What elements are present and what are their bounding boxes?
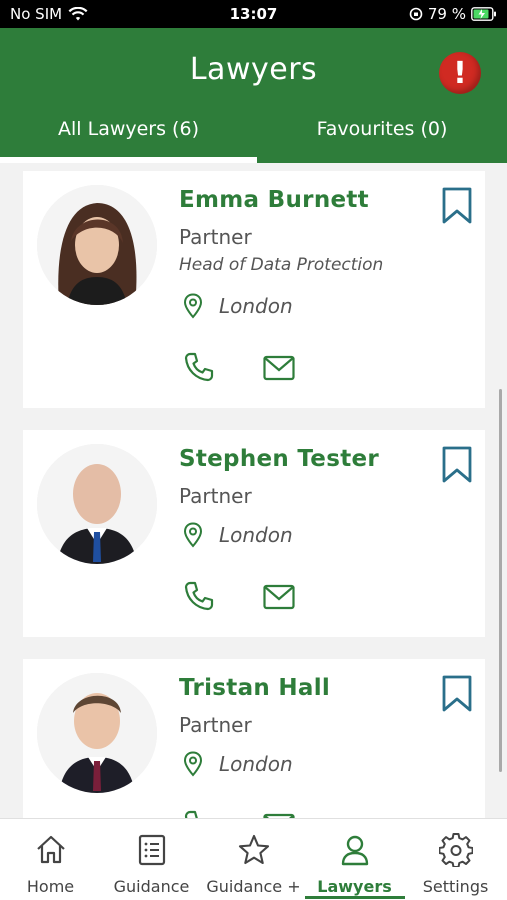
page-title: Lawyers — [189, 52, 318, 87]
phone-icon[interactable] — [183, 351, 215, 383]
lawyer-name: Stephen Tester — [179, 446, 380, 472]
app-header: Lawyers ! All Lawyers (6) Favourites (0) — [0, 28, 507, 163]
avatar — [37, 185, 157, 305]
bookmark-icon[interactable] — [441, 675, 473, 713]
person-icon — [341, 835, 369, 866]
lawyer-list[interactable]: Emma Burnett Partner Head of Data Protec… — [0, 163, 507, 818]
nav-settings[interactable]: Settings — [405, 819, 506, 900]
nav-label: Lawyers — [317, 877, 392, 896]
email-icon[interactable] — [263, 584, 295, 610]
phone-icon[interactable] — [183, 809, 215, 818]
nav-label: Guidance — [113, 877, 190, 896]
bookmark-icon[interactable] — [441, 446, 473, 484]
battery-charging-icon — [471, 7, 496, 21]
home-icon — [37, 835, 65, 864]
lawyer-role: Partner — [179, 225, 252, 249]
email-icon[interactable] — [263, 355, 295, 381]
lawyer-role: Partner — [179, 484, 252, 508]
lawyer-location: London — [219, 752, 293, 776]
nav-home[interactable]: Home — [0, 819, 101, 900]
lawyer-location: London — [219, 294, 293, 318]
bottom-nav: Home Guidance Guidance + Lawyers Setting… — [0, 818, 507, 900]
nav-guidance[interactable]: Guidance — [101, 819, 202, 900]
location-pin-icon — [183, 751, 203, 777]
phone-icon[interactable] — [183, 580, 215, 612]
lawyer-card[interactable]: Stephen Tester Partner London — [23, 430, 485, 637]
lawyer-role: Partner — [179, 713, 252, 737]
nav-label: Home — [26, 877, 75, 896]
tab-favourites[interactable]: Favourites (0) — [257, 118, 507, 163]
lawyer-card[interactable]: Emma Burnett Partner Head of Data Protec… — [23, 171, 485, 408]
avatar — [37, 673, 157, 793]
lawyer-location: London — [219, 523, 293, 547]
nav-label: Guidance + — [206, 877, 301, 896]
status-bar: No SIM 13:07 79 % — [0, 0, 507, 28]
avatar — [37, 444, 157, 564]
lawyer-name: Emma Burnett — [179, 187, 369, 213]
nav-lawyers[interactable]: Lawyers — [304, 819, 405, 900]
nav-guidance-plus[interactable]: Guidance + — [203, 819, 304, 900]
document-list-icon — [138, 834, 166, 866]
active-nav-indicator — [305, 896, 405, 899]
battery-percent: 79 % — [427, 5, 466, 23]
lawyer-title: Head of Data Protection — [179, 255, 384, 275]
lawyer-card[interactable]: Tristan Hall Partner London — [23, 659, 485, 818]
lawyer-name: Tristan Hall — [179, 675, 331, 701]
star-icon — [238, 834, 270, 865]
location-pin-icon — [183, 522, 203, 548]
scrollbar[interactable] — [499, 389, 502, 772]
nav-label: Settings — [422, 877, 489, 896]
status-right: 79 % — [409, 5, 497, 23]
bookmark-icon[interactable] — [441, 187, 473, 225]
orientation-lock-icon — [409, 7, 423, 21]
gear-icon — [439, 833, 473, 867]
alert-button[interactable]: ! — [439, 52, 481, 94]
location-pin-icon — [183, 293, 203, 319]
